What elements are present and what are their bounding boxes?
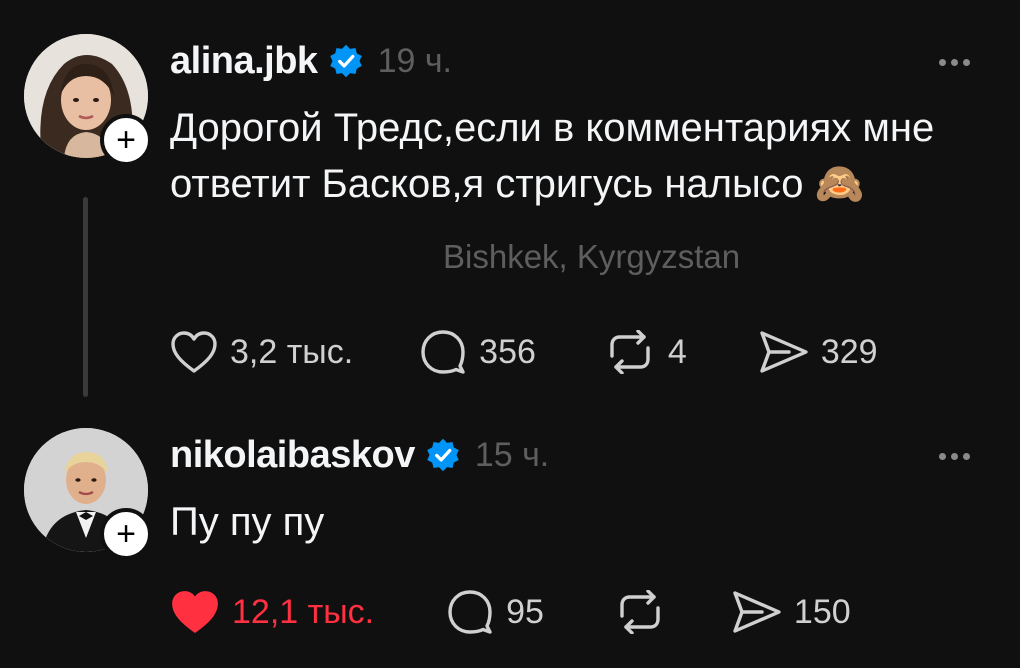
share-button[interactable]: 150 — [732, 590, 851, 634]
like-button[interactable]: 12,1 тыс. — [170, 589, 374, 635]
verified-badge-icon — [427, 438, 459, 472]
post-text-line-1: Дорогой Тредс,если в комментариях мне — [170, 106, 935, 150]
thread-connector-line — [83, 197, 88, 397]
repost-button[interactable]: 4 — [604, 330, 687, 374]
thread-post-2: + nikolaibaskov 15 ч. Пу пу пу 12,1 тыс.… — [0, 420, 1020, 668]
post-text-line-1: Пу пу пу — [170, 500, 325, 544]
share-button[interactable]: 329 — [759, 330, 878, 374]
post-time: 15 ч. — [474, 435, 550, 474]
more-dots-icon[interactable] — [939, 446, 970, 466]
comment-button[interactable]: 95 — [446, 588, 544, 636]
comment-bubble-icon — [448, 590, 492, 634]
username[interactable]: nikolaibaskov — [170, 434, 415, 477]
follow-plus-icon[interactable]: + — [100, 114, 152, 166]
repost-count: 4 — [667, 332, 687, 371]
like-button[interactable]: 3,2 тыс. — [170, 330, 353, 374]
follow-plus-icon[interactable]: + — [100, 508, 152, 560]
comment-count: 356 — [479, 332, 536, 371]
verified-badge-icon — [329, 44, 362, 78]
post-actions: 3,2 тыс. 356 4 329 — [170, 328, 878, 376]
repost-button[interactable] — [614, 590, 666, 634]
share-count: 150 — [793, 592, 851, 631]
heart-icon — [171, 331, 217, 373]
more-dots-icon[interactable] — [939, 52, 970, 72]
comment-button[interactable]: 356 — [419, 328, 536, 376]
heart-icon — [172, 591, 218, 633]
post-time: 19 ч. — [377, 41, 452, 80]
share-count: 329 — [820, 332, 878, 371]
send-icon — [733, 591, 781, 633]
post-text: Дорогой Тредс,если в комментариях мне от… — [170, 100, 990, 212]
username[interactable]: alina.jbk — [170, 40, 318, 83]
comment-bubble-icon — [421, 330, 465, 374]
like-count: 12,1 тыс. — [232, 592, 375, 631]
location-label[interactable]: Bishkek, Kyrgyzstan — [443, 238, 740, 276]
send-icon — [760, 331, 808, 373]
like-count: 3,2 тыс. — [230, 332, 354, 371]
thread-post-1: + alina.jbk 19 ч. Дорогой Тредс,если в к… — [0, 0, 1020, 420]
post-text-line-2: ответит Басков,я стригусь налысо 🙈 — [170, 162, 865, 206]
post-actions: 12,1 тыс. 95 150 — [170, 588, 851, 636]
repost-icon — [610, 330, 650, 374]
post-header: nikolaibaskov 15 ч. — [170, 432, 549, 478]
post-text: Пу пу пу — [170, 494, 990, 550]
post-header: alina.jbk 19 ч. — [170, 38, 452, 84]
repost-icon — [620, 590, 660, 634]
comment-count: 95 — [506, 592, 544, 631]
